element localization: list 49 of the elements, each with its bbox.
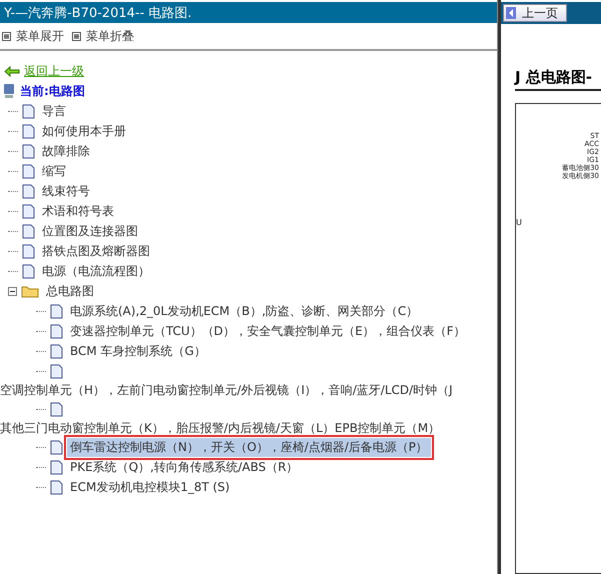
document-icon [22, 184, 35, 198]
back-arrow-icon[interactable] [4, 66, 20, 76]
document-icon [22, 164, 35, 178]
tree-item[interactable]: PKE系统（Q）,转向角传感系统/ABS（R） [67, 458, 302, 476]
tree-item[interactable]: ECM发动机电控模块1_8T (S) [67, 478, 233, 496]
diagram-label: U [516, 218, 522, 227]
document-icon [22, 144, 35, 158]
tree-item[interactable]: BCM 车身控制系统（G） [67, 342, 209, 360]
tree-item[interactable]: 缩写 [39, 162, 69, 180]
document-icon [50, 364, 63, 378]
document-icon [50, 480, 63, 494]
tree-item[interactable]: 总电路图 [43, 282, 97, 300]
current-location: 当前:电路图 [20, 82, 85, 100]
document-icon [22, 264, 35, 278]
tree-item[interactable]: 术语和符号表 [39, 202, 117, 220]
tree-item[interactable]: 空调控制单元（H），左前门电动窗控制单元/外后视镜（I），音响/蓝牙/LCD/时钟（J [0, 381, 497, 399]
tree-item[interactable]: 搭铁点图及熔断器图 [39, 242, 153, 260]
tree-item[interactable]: 故障排除 [39, 142, 93, 160]
folder-icon [21, 284, 39, 298]
window-title: Y-—汽奔腾-B70-2014-- 电路图. [0, 2, 497, 23]
tree-item[interactable]: 位置图及连接器图 [39, 222, 141, 240]
document-icon [50, 304, 63, 318]
diagram-title: J 总电路图- [515, 68, 601, 91]
tree-item[interactable]: 变速器控制单元（TCU）（D），安全气囊控制单元（E），组合仪表（F） [67, 322, 469, 340]
computer-icon [2, 83, 16, 99]
menu-link[interactable]: 菜单展开 [2, 28, 64, 44]
document-icon [50, 324, 63, 338]
previous-page-button[interactable]: 上一页 [503, 4, 567, 22]
document-icon [50, 402, 63, 416]
tree-item[interactable]: 电源（电流流程图） [39, 262, 153, 280]
left-arrow-icon [506, 7, 516, 19]
document-icon [22, 104, 35, 118]
tree-item[interactable]: 线束符号 [39, 182, 93, 200]
tree-item[interactable]: 电源系统(A),2_0L发动机ECM（B）,防盗、诊断、网关部分（C） [67, 302, 422, 320]
menu-icon [72, 32, 81, 40]
document-icon [50, 344, 63, 358]
document-icon [22, 124, 35, 138]
document-icon [50, 440, 63, 454]
tree-item[interactable]: 倒车雷达控制电源（N），开关（O），座椅/点烟器/后备电源（P） [67, 438, 431, 456]
tree-item[interactable]: 其他三门电动窗控制单元（K），胎压报警/内后视镜/天窗（L）EPB控制单元（M） [0, 419, 497, 437]
menu-link[interactable]: 菜单折叠 [72, 28, 134, 44]
document-icon [22, 204, 35, 218]
document-icon [22, 224, 35, 238]
document-icon [22, 244, 35, 258]
tree-item[interactable]: 导言 [39, 102, 69, 120]
tree-item[interactable]: 如何使用本手册 [39, 122, 129, 140]
document-icon [50, 460, 63, 474]
collapse-icon[interactable] [8, 286, 17, 296]
back-link[interactable]: 返回上一级 [24, 62, 84, 80]
